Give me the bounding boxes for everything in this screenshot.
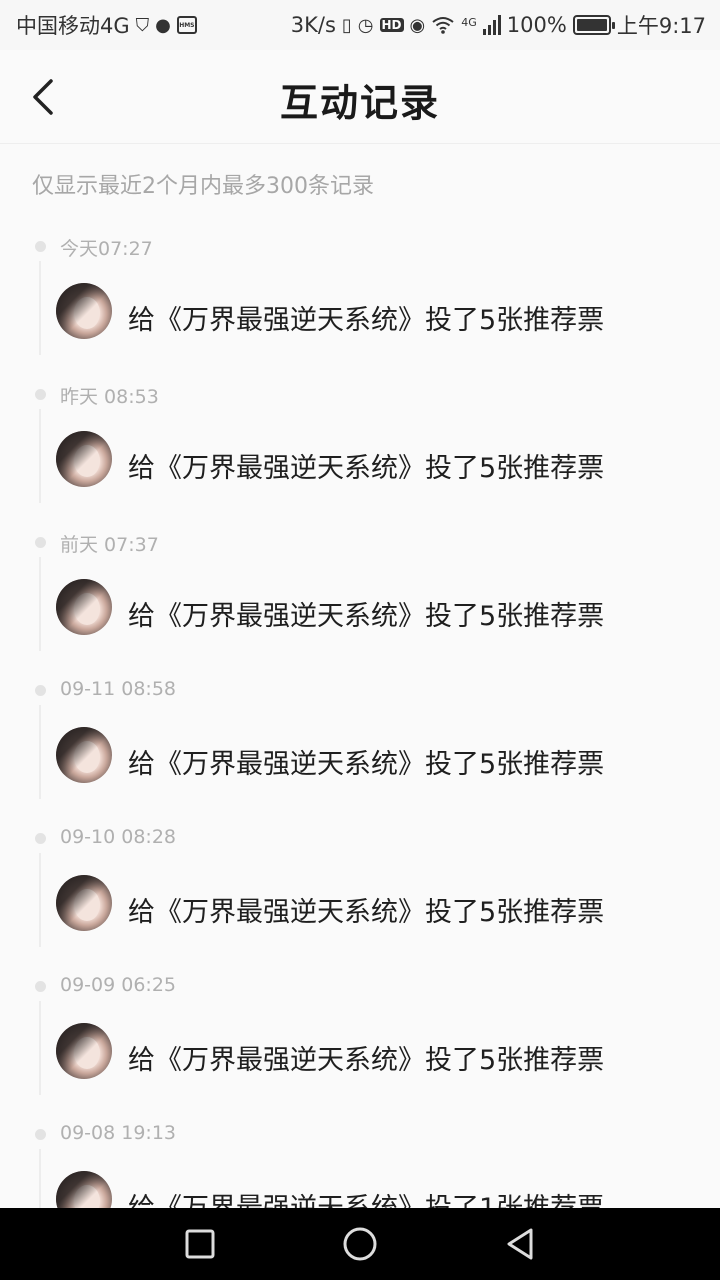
hms-icon: HMS (176, 16, 197, 34)
battery-fill (576, 19, 607, 31)
record-time: 09-11 08:58 (60, 678, 177, 700)
clock: 上午9:17 (616, 14, 706, 38)
battery-icon (572, 15, 615, 35)
record-text: 给《万界最强逆天系统》投了5张推荐票 (128, 305, 605, 336)
timeline-line (39, 1001, 41, 1095)
eye-icon: ◉ (409, 14, 426, 36)
timeline-line (39, 557, 41, 651)
records-notice: 仅显示最近2个月内最多300条记录 (32, 174, 374, 199)
timeline-dot (35, 389, 46, 400)
home-button[interactable] (330, 1214, 390, 1274)
record-text: 给《万界最强逆天系统》投了5张推荐票 (128, 601, 605, 632)
record-time: 前天 07:37 (60, 534, 159, 556)
record-item[interactable]: 09-10 08:28 给《万界最强逆天系统》投了5张推荐票 (0, 818, 720, 966)
alarm-icon: ◷ (357, 14, 374, 36)
system-back-button[interactable] (490, 1214, 550, 1274)
avatar[interactable] (56, 283, 112, 339)
navigation-bar (0, 1208, 720, 1280)
record-text: 给《万界最强逆天系统》投了5张推荐票 (128, 749, 605, 780)
record-item[interactable]: 前天 07:37 给《万界最强逆天系统》投了5张推荐票 (0, 522, 720, 670)
network-speed: 3K/s (290, 13, 336, 37)
record-item[interactable]: 昨天 08:53 给《万界最强逆天系统》投了5张推荐票 (0, 374, 720, 522)
records-timeline: 今天07:27 给《万界最强逆天系统》投了5张推荐票 昨天 08:53 给《万界… (0, 226, 720, 1262)
triangle-back-icon (507, 1228, 533, 1260)
page-title: 互动记录 (279, 80, 440, 125)
timeline-dot (35, 241, 46, 252)
signal-icon (482, 15, 501, 35)
record-text: 给《万界最强逆天系统》投了5张推荐票 (128, 897, 605, 928)
wifi-icon (431, 15, 455, 35)
timeline-line (39, 705, 41, 799)
recent-apps-button[interactable] (170, 1214, 230, 1274)
timeline-dot (35, 981, 46, 992)
header: 互动记录 (0, 50, 720, 144)
record-text: 给《万界最强逆天系统》投了5张推荐票 (128, 453, 605, 484)
avatar[interactable] (56, 1023, 112, 1079)
status-right: 3K/s ▯ ◷ HD ◉ 4G 100% 上午9:17 (291, 10, 706, 40)
avatar[interactable] (56, 727, 112, 783)
circle-icon (343, 1227, 377, 1261)
timeline-dot (35, 1129, 46, 1140)
timeline-line (39, 261, 41, 355)
timeline-line (39, 853, 41, 947)
avatar[interactable] (56, 875, 112, 931)
record-item[interactable]: 09-11 08:58 给《万界最强逆天系统》投了5张推荐票 (0, 670, 720, 818)
record-time: 今天07:27 (60, 238, 153, 260)
qq-icon: ● (155, 14, 171, 36)
timeline-dot (35, 685, 46, 696)
record-text: 给《万界最强逆天系统》投了5张推荐票 (128, 1045, 605, 1076)
square-icon (185, 1229, 215, 1259)
record-time: 09-08 19:13 (60, 1122, 177, 1144)
record-time: 09-09 06:25 (60, 974, 177, 996)
record-time: 昨天 08:53 (60, 386, 159, 408)
record-item[interactable]: 09-09 06:25 给《万界最强逆天系统》投了5张推荐票 (0, 966, 720, 1114)
avatar[interactable] (56, 431, 112, 487)
timeline-dot (35, 833, 46, 844)
vibrate-icon: ▯ (341, 14, 352, 36)
network-type: 4G (461, 16, 477, 29)
avatar[interactable] (56, 579, 112, 635)
timeline-dot (35, 537, 46, 548)
carrier-label: 中国移动4G (16, 14, 130, 38)
status-bar: 中国移动4G ⛉ ● HMS 3K/s ▯ ◷ HD ◉ 4G 100% 上午9… (0, 0, 720, 50)
battery-percent: 100% (506, 13, 567, 37)
shield-icon: ⛉ (135, 14, 150, 36)
record-item[interactable]: 今天07:27 给《万界最强逆天系统》投了5张推荐票 (0, 226, 720, 374)
timeline-line (39, 409, 41, 503)
hd-icon: HD (379, 18, 404, 32)
status-left: 中国移动4G ⛉ ● HMS (16, 10, 197, 40)
record-time: 09-10 08:28 (60, 826, 177, 848)
